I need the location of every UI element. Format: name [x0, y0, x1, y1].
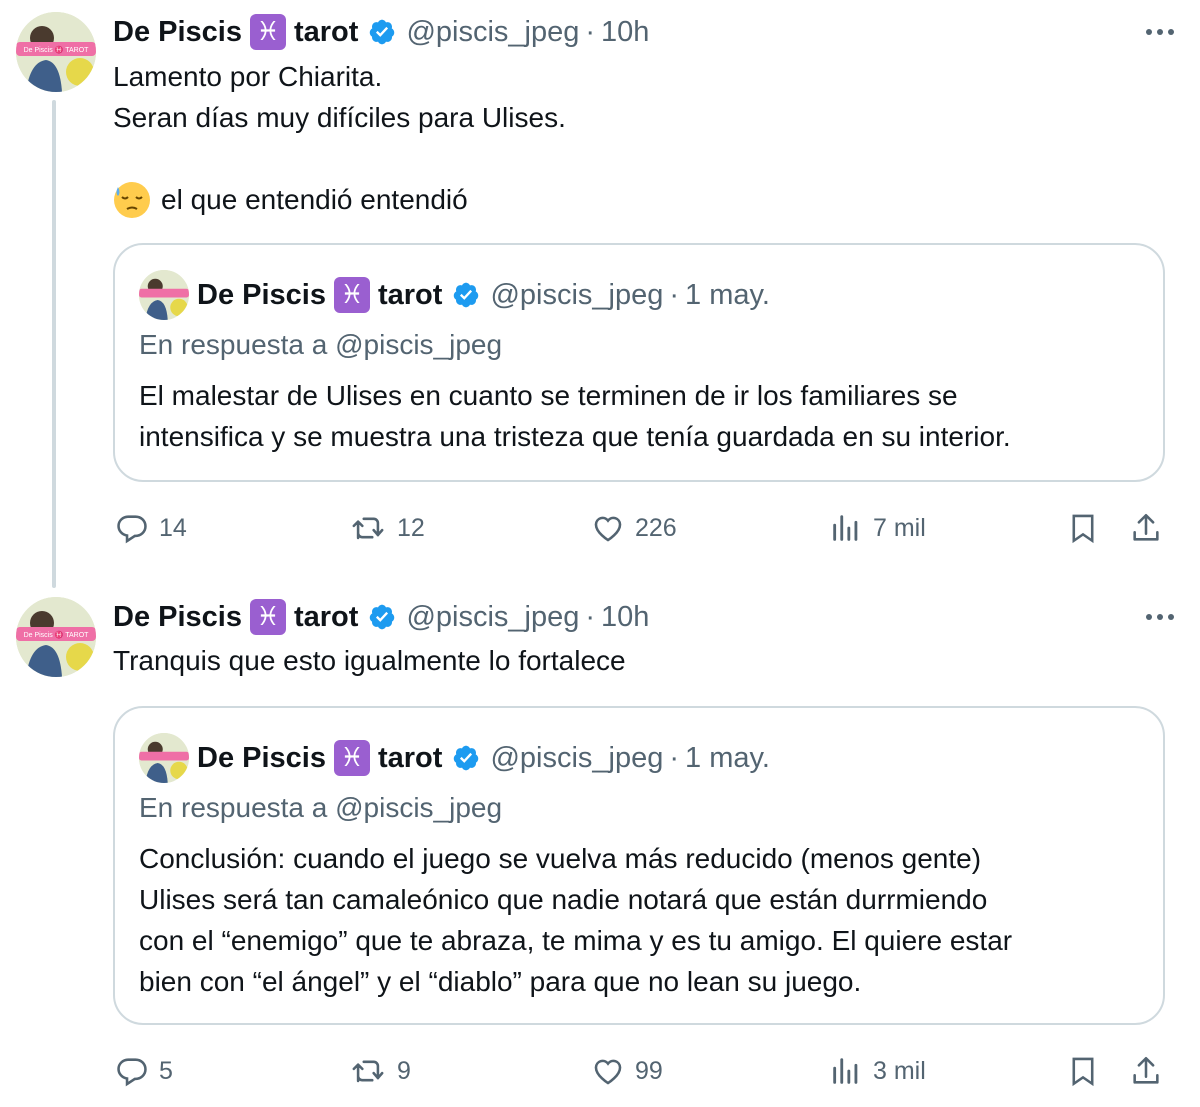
- tweet-text: Tranquis que esto igualmente lo fortalec…: [113, 640, 626, 681]
- views-button[interactable]: 3 mil: [829, 1054, 926, 1088]
- author-name-suffix[interactable]: tarot: [294, 601, 358, 634]
- thread-connector-line: [52, 100, 56, 588]
- reply-icon: [117, 515, 147, 544]
- quoted-tweet-text: Conclusión: cuando el juego se vuelva má…: [139, 838, 1012, 1002]
- quoted-author-name: De Piscis: [197, 278, 326, 311]
- tweet-text-line: Tranquis que esto igualmente lo fortalec…: [113, 645, 626, 676]
- views-count: 3 mil: [873, 1056, 926, 1085]
- reply-count: 14: [159, 513, 187, 542]
- author-name-suffix[interactable]: tarot: [294, 16, 358, 49]
- retweet-button[interactable]: 12: [349, 511, 425, 545]
- share-button[interactable]: [1129, 511, 1163, 545]
- quoted-tweet-header: De Piscis ♓ tarot @piscis_jpeg · 1 may.: [139, 732, 770, 784]
- separator-dot: ·: [669, 278, 680, 311]
- pisces-badge-icon: ♓: [249, 14, 286, 50]
- verified-badge-icon: [452, 281, 480, 309]
- avatar[interactable]: De Piscis ♓ TAROT: [16, 12, 96, 92]
- bookmark-icon: [1072, 1057, 1094, 1087]
- verified-badge-icon: [368, 603, 396, 631]
- author-name[interactable]: De Piscis: [113, 16, 242, 49]
- separator-dot: ·: [585, 600, 596, 633]
- verified-badge-icon: [368, 18, 396, 46]
- pisces-badge-icon: ♓: [333, 277, 370, 313]
- retweet-icon: [352, 517, 384, 540]
- pisces-badge-icon: ♓: [249, 599, 286, 635]
- tweet-header: De Piscis ♓ tarot @piscis_jpeg · 10h: [113, 597, 649, 637]
- more-options-icon[interactable]: [1142, 599, 1178, 635]
- avatar-label: De Piscis ♓ TAROT: [24, 45, 90, 54]
- quoted-timestamp: 1 may.: [685, 741, 770, 774]
- quoted-author-name-suffix: tarot: [377, 278, 443, 311]
- reply-icon: [117, 1058, 147, 1087]
- like-button[interactable]: 226: [591, 511, 677, 545]
- bookmark-button[interactable]: [1066, 1054, 1100, 1088]
- quoted-tweet-text: El malestar de Ulises en cuanto se termi…: [139, 375, 1011, 457]
- share-icon: [1133, 513, 1159, 541]
- tweet-text-line: Seran días muy difíciles para Ulises.: [113, 102, 566, 133]
- avatar[interactable]: De Piscis ♓ TAROT: [16, 597, 96, 677]
- quoted-text-line: El malestar de Ulises en cuanto se termi…: [139, 380, 958, 411]
- quoted-avatar: [139, 733, 189, 783]
- quoted-text-line: bien con “el ángel” y el “diablo” para q…: [139, 966, 862, 997]
- reply-button[interactable]: 14: [115, 511, 187, 545]
- tweet-actions: 14 12 226 7 mil: [113, 506, 1165, 550]
- share-button[interactable]: [1129, 1054, 1163, 1088]
- reply-button[interactable]: 5: [115, 1054, 173, 1088]
- tweet-text-line: el que entendió entendió: [161, 184, 468, 215]
- quoted-author-name: De Piscis: [197, 741, 326, 774]
- quoted-author-name-suffix: tarot: [377, 741, 443, 774]
- like-count: 99: [635, 1056, 663, 1085]
- avatar-image: De Piscis ♓ TAROT: [16, 12, 96, 92]
- like-button[interactable]: 99: [591, 1054, 663, 1088]
- timestamp[interactable]: 10h: [601, 601, 649, 634]
- reply-count: 5: [159, 1056, 173, 1085]
- heart-icon: [594, 516, 622, 542]
- quoted-text-line: Ulises será tan camaleónico que nadie no…: [139, 884, 988, 915]
- heart-icon: [594, 1059, 622, 1085]
- quoted-text-line: con el “enemigo” que te abraza, te mima …: [139, 925, 1013, 956]
- avatar-label: De Piscis ♓ TAROT: [24, 630, 90, 639]
- quoted-avatar: [139, 270, 189, 320]
- share-icon: [1133, 1056, 1159, 1084]
- timestamp[interactable]: 10h: [601, 16, 649, 49]
- quoted-text-line: Conclusión: cuando el juego se vuelva má…: [139, 843, 982, 874]
- reply-to-label: En respuesta a @piscis_jpeg: [139, 329, 503, 360]
- reply-to-label: En respuesta a @piscis_jpeg: [139, 792, 503, 823]
- tweet-header: De Piscis ♓ tarot @piscis_jpeg · 10h: [113, 12, 649, 52]
- bookmark-button[interactable]: [1066, 511, 1100, 545]
- retweet-count: 9: [397, 1056, 411, 1085]
- quoted-tweet[interactable]: De Piscis ♓ tarot @piscis_jpeg · 1 may. …: [113, 706, 1165, 1025]
- tweet-text: Lamento por Chiarita. Seran días muy dif…: [113, 56, 566, 220]
- author-handle[interactable]: @piscis_jpeg: [406, 16, 579, 49]
- like-count: 226: [635, 513, 677, 542]
- retweet-count: 12: [397, 513, 425, 542]
- quoted-author-handle: @piscis_jpeg: [490, 278, 664, 311]
- tweet-actions: 5 9 99 3 mil: [113, 1049, 1165, 1093]
- pisces-badge-icon: ♓: [333, 740, 370, 776]
- sleepy-face-icon: [113, 181, 151, 219]
- verified-badge-icon: [452, 744, 480, 772]
- quoted-tweet[interactable]: De Piscis ♓ tarot @piscis_jpeg · 1 may. …: [113, 243, 1165, 482]
- views-button[interactable]: 7 mil: [829, 511, 926, 545]
- bookmark-icon: [1072, 514, 1094, 544]
- quoted-text-line: intensifica y se muestra una tristeza qu…: [139, 421, 1011, 452]
- retweet-icon: [352, 1060, 384, 1083]
- views-count: 7 mil: [873, 513, 926, 542]
- quoted-author-handle: @piscis_jpeg: [490, 741, 664, 774]
- separator-dot: ·: [585, 15, 596, 48]
- tweet-text-line: Lamento por Chiarita.: [113, 61, 383, 92]
- quoted-tweet-header: De Piscis ♓ tarot @piscis_jpeg · 1 may.: [139, 269, 770, 321]
- views-icon: [833, 515, 858, 541]
- author-name[interactable]: De Piscis: [113, 601, 242, 634]
- avatar-image: De Piscis ♓ TAROT: [16, 597, 96, 677]
- more-options-icon[interactable]: [1142, 14, 1178, 50]
- quoted-timestamp: 1 may.: [685, 278, 770, 311]
- tweet-text-line: [113, 138, 566, 179]
- views-icon: [833, 1058, 858, 1084]
- retweet-button[interactable]: 9: [349, 1054, 411, 1088]
- separator-dot: ·: [669, 741, 680, 774]
- author-handle[interactable]: @piscis_jpeg: [406, 601, 579, 634]
